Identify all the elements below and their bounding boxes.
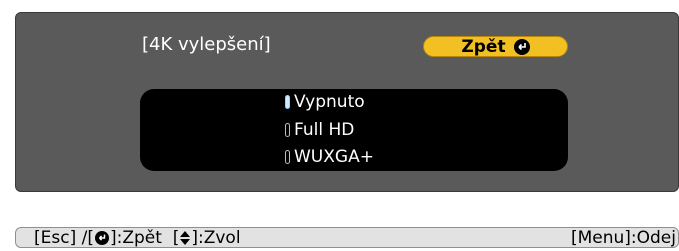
help-esc-text: [Esc] /[	[34, 228, 94, 248]
help-back-text: ]:Zpět [	[109, 228, 180, 248]
up-down-arrows-icon	[179, 230, 191, 246]
help-left: [Esc] /[ ]:Zpět [ ]:Zvol	[34, 228, 241, 248]
option-label: WUXGA+	[294, 147, 374, 167]
option-label: Full HD	[294, 120, 355, 140]
enter-icon	[513, 38, 530, 55]
options-list: Vypnuto Full HD WUXGA+	[140, 89, 568, 171]
help-select-text: ]:Zvol	[191, 228, 241, 248]
help-menu-text: [Menu]:Odej	[570, 228, 676, 248]
help-bar: [Esc] /[ ]:Zpět [ ]:Zvol [Menu]:Odej	[15, 227, 679, 248]
option-vypnuto[interactable]: Vypnuto	[285, 91, 365, 113]
radio-icon	[285, 150, 290, 164]
option-wuxga[interactable]: WUXGA+	[285, 146, 374, 168]
menu-title: [4K vylepšení]	[142, 34, 271, 55]
selected-radio-icon	[285, 95, 290, 109]
enter-icon	[94, 231, 109, 245]
option-label: Vypnuto	[294, 92, 365, 112]
option-full-hd[interactable]: Full HD	[285, 119, 354, 141]
back-button-label: Zpět	[461, 36, 506, 57]
back-button[interactable]: Zpět	[423, 36, 568, 57]
radio-icon	[285, 123, 290, 137]
